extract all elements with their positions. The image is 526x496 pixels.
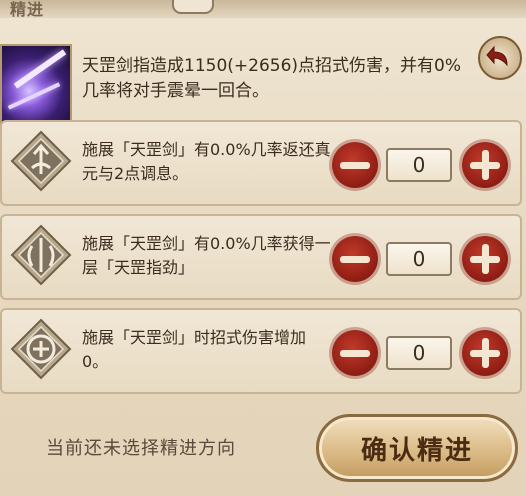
option-description: 施展「天罡剑」有0.0%几率获得一层「天罡指劲」 — [82, 234, 331, 277]
decrease-button[interactable] — [332, 330, 378, 376]
skill-portrait — [0, 44, 72, 130]
damage-up-icon — [10, 318, 72, 380]
minus-icon — [340, 350, 370, 357]
points-value: 0 — [386, 148, 452, 182]
sword-energy-icon — [10, 224, 72, 286]
decrease-button[interactable] — [332, 236, 378, 282]
back-button[interactable] — [478, 36, 522, 80]
minus-icon — [340, 162, 370, 169]
skill-description: 天罡剑指造成1150(+2656)点招式伤害，并有0%几率将对手震晕一回合。 — [82, 56, 462, 101]
top-strip: 精进 — [0, 0, 526, 19]
increase-button[interactable] — [462, 330, 508, 376]
refine-option-row: 施展「天罡剑」有0.0%几率返还真元与2点调息。 0 — [0, 120, 522, 206]
back-arrow-icon — [486, 45, 508, 67]
status-message: 当前还未选择精进方向 — [46, 438, 236, 459]
option-description: 施展「天罡剑」有0.0%几率返还真元与2点调息。 — [82, 140, 331, 183]
option-description: 施展「天罡剑」时招式伤害增加0。 — [82, 328, 307, 371]
increase-button[interactable] — [462, 142, 508, 188]
title-toggle[interactable] — [172, 0, 214, 14]
skill-header: 天罡剑指造成1150(+2656)点招式伤害，并有0%几率将对手震晕一回合。 — [0, 18, 526, 130]
panel-title: 精进 — [10, 0, 45, 19]
points-value: 0 — [386, 242, 452, 276]
minus-icon — [340, 256, 370, 263]
points-value: 0 — [386, 336, 452, 370]
decrease-button[interactable] — [332, 142, 378, 188]
return-energy-icon — [10, 130, 72, 192]
refine-panel: 精进 天罡剑指造成1150(+2656)点招式伤害，并有0%几率将对手震晕一回合… — [0, 0, 526, 496]
refine-option-row: 施展「天罡剑」有0.0%几率获得一层「天罡指劲」 0 — [0, 214, 522, 300]
increase-button[interactable] — [462, 236, 508, 282]
refine-option-row: 施展「天罡剑」时招式伤害增加0。 0 — [0, 308, 522, 394]
confirm-refine-button[interactable]: 确认精进 — [316, 414, 518, 482]
